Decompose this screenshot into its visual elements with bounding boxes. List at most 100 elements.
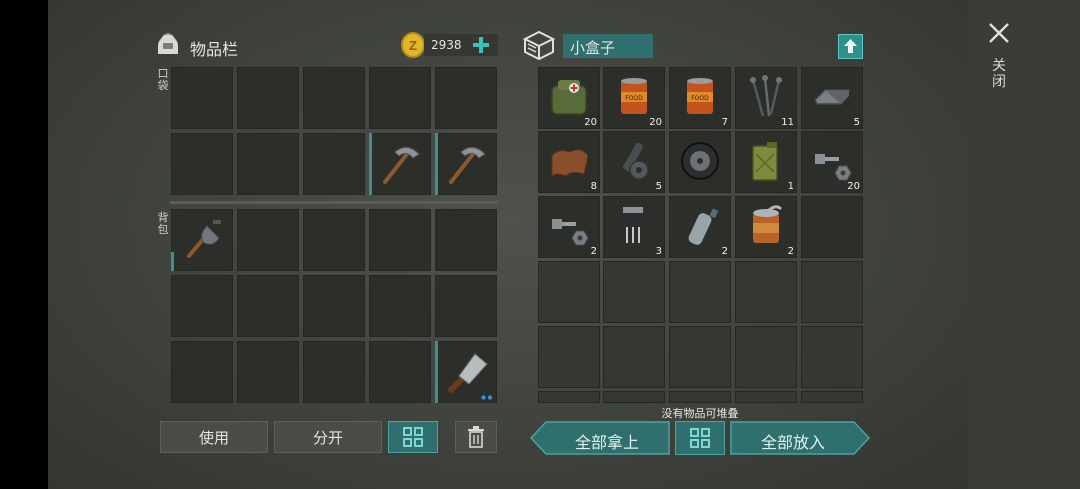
pocket-slot[interactable] [237, 67, 299, 129]
item-count: 2 [787, 246, 794, 257]
item-count: 20 [847, 181, 860, 192]
right-side-bar [968, 0, 1080, 489]
container-slot[interactable] [735, 326, 797, 388]
bag-slot[interactable] [237, 341, 299, 403]
close-label: 关闭 [992, 58, 1006, 90]
container-slot[interactable]: 3 [603, 196, 665, 258]
container-slot[interactable] [538, 326, 600, 388]
trash-icon [468, 426, 484, 448]
sort-inventory-button[interactable] [388, 421, 438, 453]
bag-slot[interactable] [435, 209, 497, 271]
bag-slot[interactable] [435, 275, 497, 337]
bag-slot[interactable] [303, 341, 365, 403]
container-slot[interactable]: 8 [538, 131, 600, 193]
food-can-icon: FOOD [675, 72, 725, 122]
pipe-parts-icon [609, 136, 659, 186]
item-count: 5 [655, 181, 662, 192]
pocket-slot[interactable] [369, 67, 431, 129]
container-slot[interactable] [603, 391, 665, 403]
grid-sort-icon [690, 428, 710, 448]
leather-icon [544, 136, 594, 186]
tire-icon [675, 136, 725, 186]
jerrycan-icon [741, 136, 791, 186]
container-slot[interactable] [801, 261, 863, 323]
pocket-slot[interactable] [435, 67, 497, 129]
item-count: 20 [649, 117, 662, 128]
food-can-icon: FOOD [609, 72, 659, 122]
pocket-slot[interactable] [435, 133, 497, 195]
container-slot[interactable] [603, 261, 665, 323]
container-slot[interactable] [801, 326, 863, 388]
pocket-slot[interactable] [303, 133, 365, 195]
item-count: 1 [787, 181, 794, 192]
bag-slot[interactable] [237, 209, 299, 271]
container-title: 小盒子 [570, 39, 616, 57]
cleaver-icon [441, 346, 491, 396]
bag-slot[interactable] [237, 275, 299, 337]
trash-button[interactable] [455, 421, 497, 453]
container-slot[interactable] [801, 391, 863, 403]
container-slot[interactable]: FOOD 7 [669, 67, 731, 129]
open-can-icon [741, 201, 791, 251]
bag-slot[interactable] [171, 209, 233, 271]
pocket-slot[interactable] [171, 133, 233, 195]
container-slot[interactable] [735, 261, 797, 323]
pickaxe-icon [441, 138, 491, 188]
pocket-slot[interactable] [369, 133, 431, 195]
coin-amount: 2938 [431, 38, 462, 52]
container-slot[interactable]: 20 [538, 67, 600, 129]
container-slot[interactable]: FOOD 20 [603, 67, 665, 129]
coin-icon: Z [400, 31, 426, 59]
put-all-label: 全部放入 [760, 433, 825, 452]
add-coins-button[interactable] [471, 35, 491, 55]
svg-text:Z: Z [409, 38, 417, 53]
bag-slot[interactable] [171, 341, 233, 403]
container-slot[interactable] [669, 261, 731, 323]
container-slot[interactable] [538, 391, 600, 403]
container-slot[interactable]: 2 [735, 196, 797, 258]
container-slot[interactable] [735, 391, 797, 403]
container-slot[interactable] [603, 326, 665, 388]
use-button[interactable]: 使用 [160, 421, 268, 453]
container-slot[interactable]: 2 [669, 196, 731, 258]
bag-slot[interactable] [369, 341, 431, 403]
pocket-slot[interactable] [237, 133, 299, 195]
container-slot[interactable]: 2 [538, 196, 600, 258]
split-button[interactable]: 分开 [274, 421, 382, 453]
durability-bar [435, 341, 438, 403]
plastic-bottle-icon [675, 201, 725, 251]
durability-bar [435, 133, 438, 195]
bag-label: 背包 [157, 211, 169, 236]
container-slot[interactable]: 11 [735, 67, 797, 129]
close-button[interactable] [986, 20, 1012, 46]
container-slot[interactable] [669, 391, 731, 403]
bag-slot[interactable] [369, 209, 431, 271]
pocket-slot[interactable] [303, 67, 365, 129]
container-slot[interactable] [538, 261, 600, 323]
container-slot[interactable]: 20 [801, 131, 863, 193]
backpack-icon [156, 30, 180, 56]
grid-sort-icon [403, 427, 423, 447]
bag-slot[interactable] [303, 275, 365, 337]
container-slot[interactable] [669, 326, 731, 388]
bag-slot[interactable] [171, 275, 233, 337]
upload-button[interactable] [838, 34, 863, 59]
shovel-icon [177, 214, 227, 264]
bag-slot[interactable] [369, 275, 431, 337]
transistor-icon [609, 201, 659, 251]
container-slot[interactable]: 1 [735, 131, 797, 193]
container-slot[interactable]: 5 [603, 131, 665, 193]
container-slot[interactable] [801, 196, 863, 258]
item-count: 5 [853, 117, 860, 128]
bag-slot[interactable] [303, 209, 365, 271]
item-count: 2 [590, 246, 597, 257]
pickaxe-icon [375, 138, 425, 188]
svg-text:FOOD: FOOD [625, 95, 643, 102]
pocket-label: 口袋 [157, 67, 169, 92]
bag-slot[interactable] [435, 341, 497, 403]
pocket-slot[interactable] [171, 67, 233, 129]
sort-container-button[interactable] [675, 421, 725, 455]
metal-ingot-icon [807, 72, 857, 122]
container-slot[interactable]: 5 [801, 67, 863, 129]
container-slot[interactable] [669, 131, 731, 193]
